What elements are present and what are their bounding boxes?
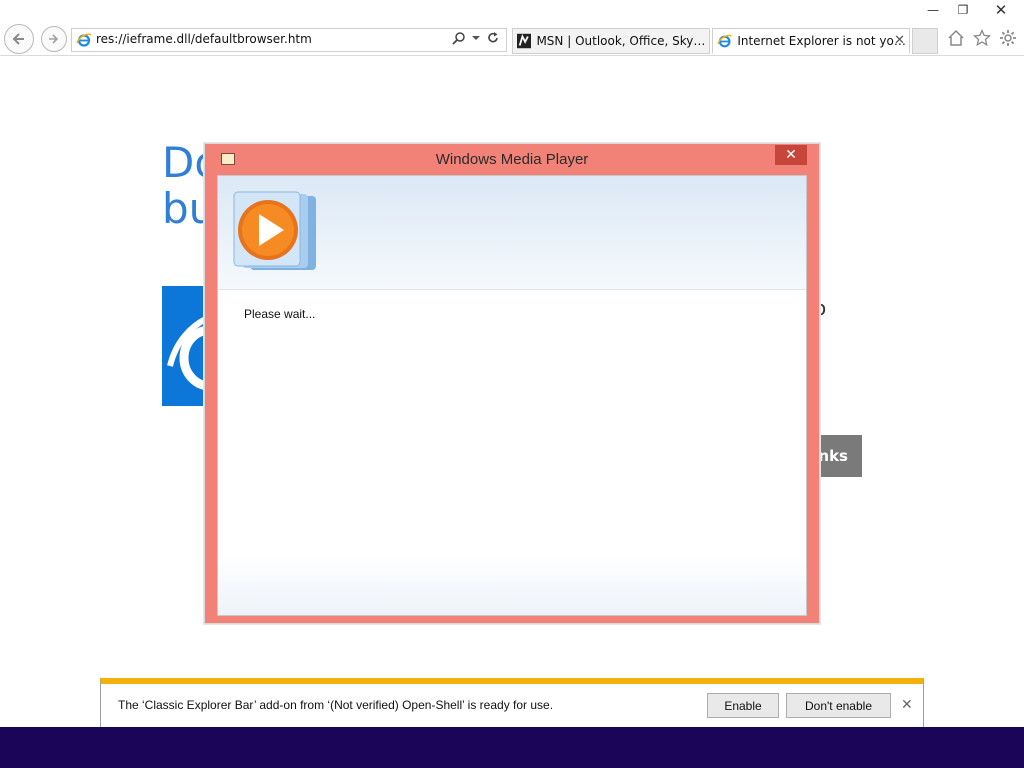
wmp-dialog: Windows Media Player ✕ Please wait... (204, 143, 820, 624)
enable-button[interactable]: Enable (707, 693, 779, 718)
dropdown-icon[interactable] (472, 34, 480, 42)
address-actions (452, 31, 500, 45)
ie-logo-icon (76, 33, 92, 47)
tab-label: MSN | Outlook, Office, Skype, ... (536, 34, 709, 48)
browser-toolbar: — ❐ ✕ res://ieframe.dll/defaultbrowser.h… (0, 0, 1024, 56)
toolbar-right-icons (946, 28, 1018, 48)
addon-notification-bar: The ‘Classic Explorer Bar’ add-on from ‘… (100, 678, 924, 728)
home-icon[interactable] (946, 28, 966, 48)
address-url[interactable]: res://ieframe.dll/defaultbrowser.htm (96, 32, 312, 46)
taskbar (0, 727, 1024, 768)
address-bar[interactable]: res://ieframe.dll/defaultbrowser.htm (71, 28, 507, 52)
notification-close-button[interactable]: ✕ (901, 697, 913, 713)
ie-logo-icon (717, 34, 732, 48)
forward-button[interactable] (41, 26, 67, 52)
window-close-button[interactable]: ✕ (978, 0, 1024, 20)
dialog-title: Windows Media Player (435, 151, 589, 168)
dialog-content: Please wait... (217, 175, 807, 616)
new-tab-button[interactable] (912, 28, 938, 54)
tab-label: Internet Explorer is not your... (737, 34, 909, 48)
back-button[interactable] (4, 24, 34, 54)
dialog-titlebar[interactable]: Windows Media Player ✕ (205, 144, 819, 176)
forward-arrow-icon (49, 34, 59, 44)
notification-message: The ‘Classic Explorer Bar’ add-on from ‘… (118, 698, 554, 712)
tab-internet-explorer[interactable]: Internet Explorer is not your... ✕ (712, 28, 910, 54)
window-controls: — ❐ ✕ (918, 0, 1024, 20)
wmp-logo-icon (233, 191, 316, 270)
restore-button[interactable]: ❐ (948, 0, 978, 20)
dialog-close-button[interactable]: ✕ (775, 145, 807, 165)
tab-close-button[interactable]: ✕ (894, 33, 905, 48)
dialog-bottom-fade (218, 555, 806, 615)
refresh-icon[interactable] (486, 31, 500, 45)
status-text: Please wait... (244, 307, 316, 321)
msn-icon (517, 33, 532, 49)
dialog-banner (218, 176, 806, 290)
minimize-button[interactable]: — (918, 0, 948, 20)
search-icon[interactable] (452, 31, 466, 45)
tab-msn[interactable]: MSN | Outlook, Office, Skype, ... (512, 28, 710, 54)
favorites-star-icon[interactable] (972, 28, 992, 48)
dont-enable-button[interactable]: Don't enable (786, 693, 891, 718)
back-arrow-icon (12, 33, 24, 45)
settings-gear-icon[interactable] (998, 28, 1018, 48)
